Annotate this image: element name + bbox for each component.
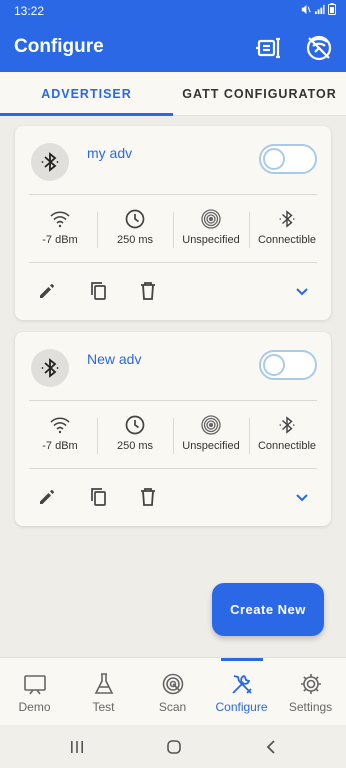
copy-icon bbox=[91, 488, 106, 506]
status-bar: 13:22 bbox=[0, 0, 346, 22]
mute-icon bbox=[301, 4, 311, 14]
signal-icon bbox=[314, 4, 325, 14]
nav-item-settings[interactable]: Settings bbox=[276, 658, 345, 726]
tab-advertiser[interactable]: ADVERTISER bbox=[0, 72, 173, 116]
gear-icon bbox=[300, 674, 321, 694]
bluetooth-disabled-button[interactable] bbox=[303, 32, 335, 64]
tab-gatt-configurator[interactable]: GATT CONFIGURATOR bbox=[173, 72, 346, 116]
bluetooth-disabled-icon bbox=[306, 35, 332, 61]
expand-button[interactable] bbox=[291, 486, 313, 508]
edit-button[interactable] bbox=[36, 486, 58, 508]
nav-item-demo[interactable]: Demo bbox=[0, 658, 69, 726]
toggle-knob bbox=[263, 354, 285, 376]
tools-icon bbox=[231, 674, 252, 694]
stat-mode: Connectible bbox=[249, 414, 325, 458]
advertiser-card[interactable]: New adv -7 dBm 250 ms Unspecified Connec… bbox=[15, 332, 331, 526]
wifi-icon bbox=[50, 211, 70, 228]
stat-type: Unspecified bbox=[173, 208, 249, 252]
stat-type: Unspecified bbox=[173, 414, 249, 458]
bluetooth-icon bbox=[279, 210, 295, 228]
radio-icon bbox=[201, 209, 221, 229]
delete-icon bbox=[141, 282, 155, 300]
status-time: 13:22 bbox=[14, 4, 45, 18]
recents-icon bbox=[71, 741, 83, 753]
device-config-icon bbox=[256, 37, 280, 59]
chevron-down-icon bbox=[296, 288, 308, 296]
bluetooth-icon bbox=[41, 152, 59, 172]
bottom-nav: Demo Test Scan Configure Settings bbox=[0, 657, 346, 725]
stat-mode: Connectible bbox=[249, 208, 325, 252]
nav-item-configure[interactable]: Configure bbox=[207, 658, 276, 726]
bluetooth-avatar bbox=[31, 143, 69, 181]
flask-icon bbox=[94, 673, 113, 694]
advertiser-name[interactable]: my adv bbox=[87, 145, 132, 161]
advertiser-toggle[interactable] bbox=[259, 350, 317, 380]
chevron-down-icon bbox=[296, 494, 308, 502]
edit-icon bbox=[40, 284, 54, 298]
advertiser-toggle[interactable] bbox=[259, 144, 317, 174]
clock-icon bbox=[125, 415, 145, 435]
delete-button[interactable] bbox=[137, 486, 159, 508]
radio-icon bbox=[201, 415, 221, 435]
home-button[interactable] bbox=[163, 736, 185, 758]
demo-icon bbox=[23, 675, 46, 695]
edit-button[interactable] bbox=[36, 280, 58, 302]
scan-icon bbox=[162, 673, 183, 695]
copy-button[interactable] bbox=[87, 486, 109, 508]
nav-item-test[interactable]: Test bbox=[69, 658, 138, 726]
device-config-button[interactable] bbox=[252, 32, 284, 64]
divider bbox=[29, 194, 317, 195]
stat-interval: 250 ms bbox=[97, 414, 173, 458]
bluetooth-icon bbox=[279, 416, 295, 434]
bluetooth-icon bbox=[41, 358, 59, 378]
app-bar: Configure bbox=[0, 22, 346, 72]
expand-button[interactable] bbox=[291, 280, 313, 302]
advertiser-card[interactable]: my adv -7 dBm 250 ms Unspecified Connect… bbox=[15, 126, 331, 320]
clock-icon bbox=[125, 209, 145, 229]
divider bbox=[29, 400, 317, 401]
bluetooth-avatar bbox=[31, 349, 69, 387]
advertiser-name[interactable]: New adv bbox=[87, 351, 141, 367]
divider bbox=[29, 262, 317, 263]
copy-button[interactable] bbox=[87, 280, 109, 302]
back-button[interactable] bbox=[260, 736, 282, 758]
create-new-button[interactable]: Create New bbox=[212, 583, 324, 636]
delete-button[interactable] bbox=[137, 280, 159, 302]
wifi-icon bbox=[50, 417, 70, 434]
delete-icon bbox=[141, 488, 155, 506]
stat-tx-power: -7 dBm bbox=[22, 208, 98, 252]
copy-icon bbox=[91, 282, 106, 300]
system-nav-bar bbox=[0, 725, 346, 768]
page-title: Configure bbox=[14, 36, 104, 57]
divider bbox=[29, 468, 317, 469]
back-icon bbox=[266, 740, 275, 754]
home-icon bbox=[167, 740, 181, 754]
stat-interval: 250 ms bbox=[97, 208, 173, 252]
battery-icon bbox=[328, 3, 336, 15]
stat-tx-power: -7 dBm bbox=[22, 414, 98, 458]
system-icons bbox=[300, 3, 336, 15]
toggle-knob bbox=[263, 148, 285, 170]
nav-item-scan[interactable]: Scan bbox=[138, 658, 207, 726]
tab-indicator bbox=[0, 113, 173, 116]
recents-button[interactable] bbox=[66, 736, 88, 758]
edit-icon bbox=[40, 490, 54, 504]
tab-bar: ADVERTISER GATT CONFIGURATOR bbox=[0, 72, 346, 116]
